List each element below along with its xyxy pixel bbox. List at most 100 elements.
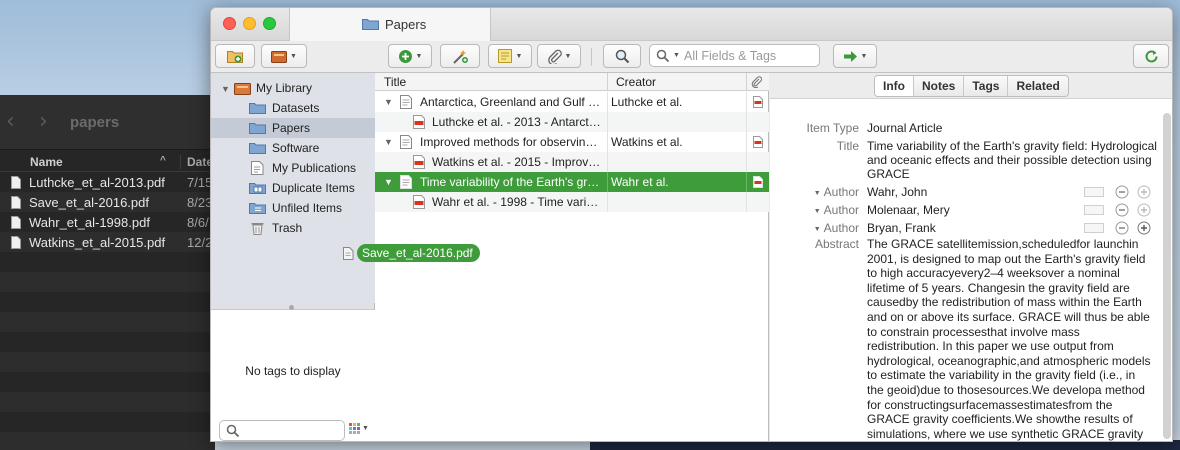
collection-item-papers[interactable]: Papers: [211, 118, 375, 138]
window-tab[interactable]: Papers: [289, 8, 491, 41]
column-separator[interactable]: [746, 73, 747, 91]
date-column-header[interactable]: Date: [180, 155, 213, 169]
collection-item-unfiled-items[interactable]: Unfiled Items: [211, 198, 375, 218]
attachment-row[interactable]: Watkins et al. - 2015 - Improved methods…: [375, 152, 769, 172]
detail-scrollbar[interactable]: [1163, 113, 1171, 439]
add-author-icon[interactable]: [1137, 203, 1151, 217]
abstract-value[interactable]: The GRACE satellitemission,scheduledfor …: [867, 237, 1155, 441]
new-collection-button[interactable]: [215, 44, 255, 68]
search-mode-chevron-icon[interactable]: ▼: [673, 52, 680, 59]
author-name[interactable]: Wahr, John: [867, 185, 927, 199]
new-item-button[interactable]: ▼: [388, 44, 432, 68]
tag-search-input[interactable]: [246, 423, 341, 438]
creator-type-label[interactable]: ▼ Author: [810, 203, 859, 217]
collapse-triangle-icon[interactable]: ▼: [384, 177, 393, 187]
author-name[interactable]: Molenaar, Mery: [867, 203, 950, 217]
search-icon[interactable]: [656, 49, 670, 63]
item-row[interactable]: ▼ Antarctica, Greenland and Gulf of Alas…: [375, 92, 769, 112]
collection-item-software[interactable]: Software: [211, 138, 375, 158]
pane-resize-grip[interactable]: [289, 305, 294, 310]
name-format-switch[interactable]: [1084, 205, 1104, 215]
remove-author-icon[interactable]: [1115, 185, 1129, 199]
sync-icon: [1144, 49, 1159, 64]
finder-file-row[interactable]: Save_et_al-2016.pdf 8/23: [0, 192, 215, 212]
item-type-value[interactable]: Journal Article: [867, 121, 942, 135]
sync-button[interactable]: [1133, 44, 1169, 68]
author-name[interactable]: Bryan, Frank: [867, 221, 936, 235]
paperclip-icon: [547, 49, 562, 64]
unfiled-items-icon: [249, 201, 266, 214]
trash-icon: [251, 221, 264, 235]
collapse-triangle-icon[interactable]: ▼: [384, 97, 393, 107]
journal-article-icon: [400, 135, 412, 149]
remove-author-icon[interactable]: [1115, 203, 1129, 217]
collection-item-trash[interactable]: Trash: [211, 218, 375, 238]
author-row: ▼ Author Bryan, Frank: [770, 219, 1172, 237]
creator-type-label[interactable]: ▼ Author: [810, 185, 859, 199]
new-note-button[interactable]: ▼: [488, 44, 532, 68]
collection-item-my-publications[interactable]: My Publications: [211, 158, 375, 178]
attachment-column-paperclip-icon[interactable]: [751, 76, 762, 88]
arrow-right-icon: [843, 50, 858, 63]
remove-author-icon[interactable]: [1115, 221, 1129, 235]
item-title: Antarctica, Greenland and Gulf of Alaska…: [420, 95, 603, 109]
title-value[interactable]: Time variability of the Earth's gravity …: [867, 139, 1162, 181]
back-icon[interactable]: ‹: [6, 109, 15, 134]
creator-type-label[interactable]: ▼ Author: [810, 221, 859, 235]
zoom-window-button[interactable]: [263, 17, 276, 30]
name-format-switch[interactable]: [1084, 187, 1104, 197]
item-row[interactable]: ▼ Improved methods for observing Earth's…: [375, 132, 769, 152]
chevron-down-icon: ▼: [813, 226, 821, 233]
pdf-attachment-icon[interactable]: [753, 96, 763, 108]
tag-actions-button[interactable]: ▼: [349, 423, 369, 434]
my-library-item[interactable]: ▼ My Library: [211, 78, 375, 98]
item-row-selected[interactable]: ▼ Time variability of the Earth's gravit…: [375, 172, 769, 192]
tab-tags[interactable]: Tags: [964, 76, 1009, 96]
collection-item-duplicate-items[interactable]: Duplicate Items: [211, 178, 375, 198]
attachment-row[interactable]: Luthcke et al. - 2013 - Antarctica, Gree…: [375, 112, 769, 132]
document-icon: [11, 196, 21, 209]
advanced-search-button[interactable]: [603, 44, 641, 68]
close-window-button[interactable]: [223, 17, 236, 30]
cell-divider: [607, 92, 608, 112]
collapse-triangle-icon[interactable]: ▼: [221, 84, 230, 94]
item-title: Improved methods for observing Earth's t…: [420, 135, 603, 149]
pdf-attachment-icon[interactable]: [753, 176, 763, 188]
cell-divider: [607, 192, 608, 212]
creator-column-header[interactable]: Creator: [616, 75, 656, 89]
name-column-header[interactable]: Name: [30, 155, 63, 169]
add-attachment-button[interactable]: ▼: [537, 44, 581, 68]
add-by-identifier-button[interactable]: [440, 44, 480, 68]
forward-icon[interactable]: ›: [39, 109, 48, 134]
item-creator: Luthcke et al.: [611, 95, 683, 109]
item-title: Time variability of the Earth's gravity …: [420, 175, 603, 189]
no-tags-message: No tags to display: [245, 364, 341, 378]
collection-item-datasets[interactable]: Datasets: [211, 98, 375, 118]
finder-file-row[interactable]: Wahr_et_al-1998.pdf 8/6/: [0, 212, 215, 232]
tab-related[interactable]: Related: [1008, 76, 1067, 96]
column-separator[interactable]: [607, 73, 608, 91]
add-author-icon[interactable]: [1137, 185, 1151, 199]
collapse-triangle-icon[interactable]: ▼: [384, 137, 393, 147]
locate-button[interactable]: ▼: [833, 44, 877, 68]
tab-info[interactable]: Info: [875, 76, 914, 96]
finder-file-row[interactable]: Luthcke_et_al-2013.pdf 7/15: [0, 172, 215, 192]
pdf-icon: [413, 195, 425, 209]
file-date: 8/23: [187, 195, 213, 210]
document-icon: [343, 246, 354, 260]
new-library-button[interactable]: ▼: [261, 44, 307, 68]
folder-icon: [249, 121, 266, 134]
chevron-down-icon: ▼: [564, 52, 572, 60]
title-column-header[interactable]: Title: [384, 75, 406, 89]
finder-column-header: Name ^ Date: [0, 150, 215, 172]
file-name: Watkins_et_al-2015.pdf: [29, 235, 166, 250]
pdf-attachment-icon[interactable]: [753, 136, 763, 148]
name-format-switch[interactable]: [1084, 223, 1104, 233]
minimize-window-button[interactable]: [243, 17, 256, 30]
attachment-row[interactable]: Wahr et al. - 1998 - Time variability of…: [375, 192, 769, 212]
add-author-icon[interactable]: [1137, 221, 1151, 235]
tab-notes[interactable]: Notes: [914, 76, 965, 96]
finder-file-row[interactable]: Watkins_et_al-2015.pdf 12/2: [0, 232, 215, 252]
search-input[interactable]: [684, 47, 814, 64]
chevron-down-icon: ▼: [813, 190, 821, 197]
